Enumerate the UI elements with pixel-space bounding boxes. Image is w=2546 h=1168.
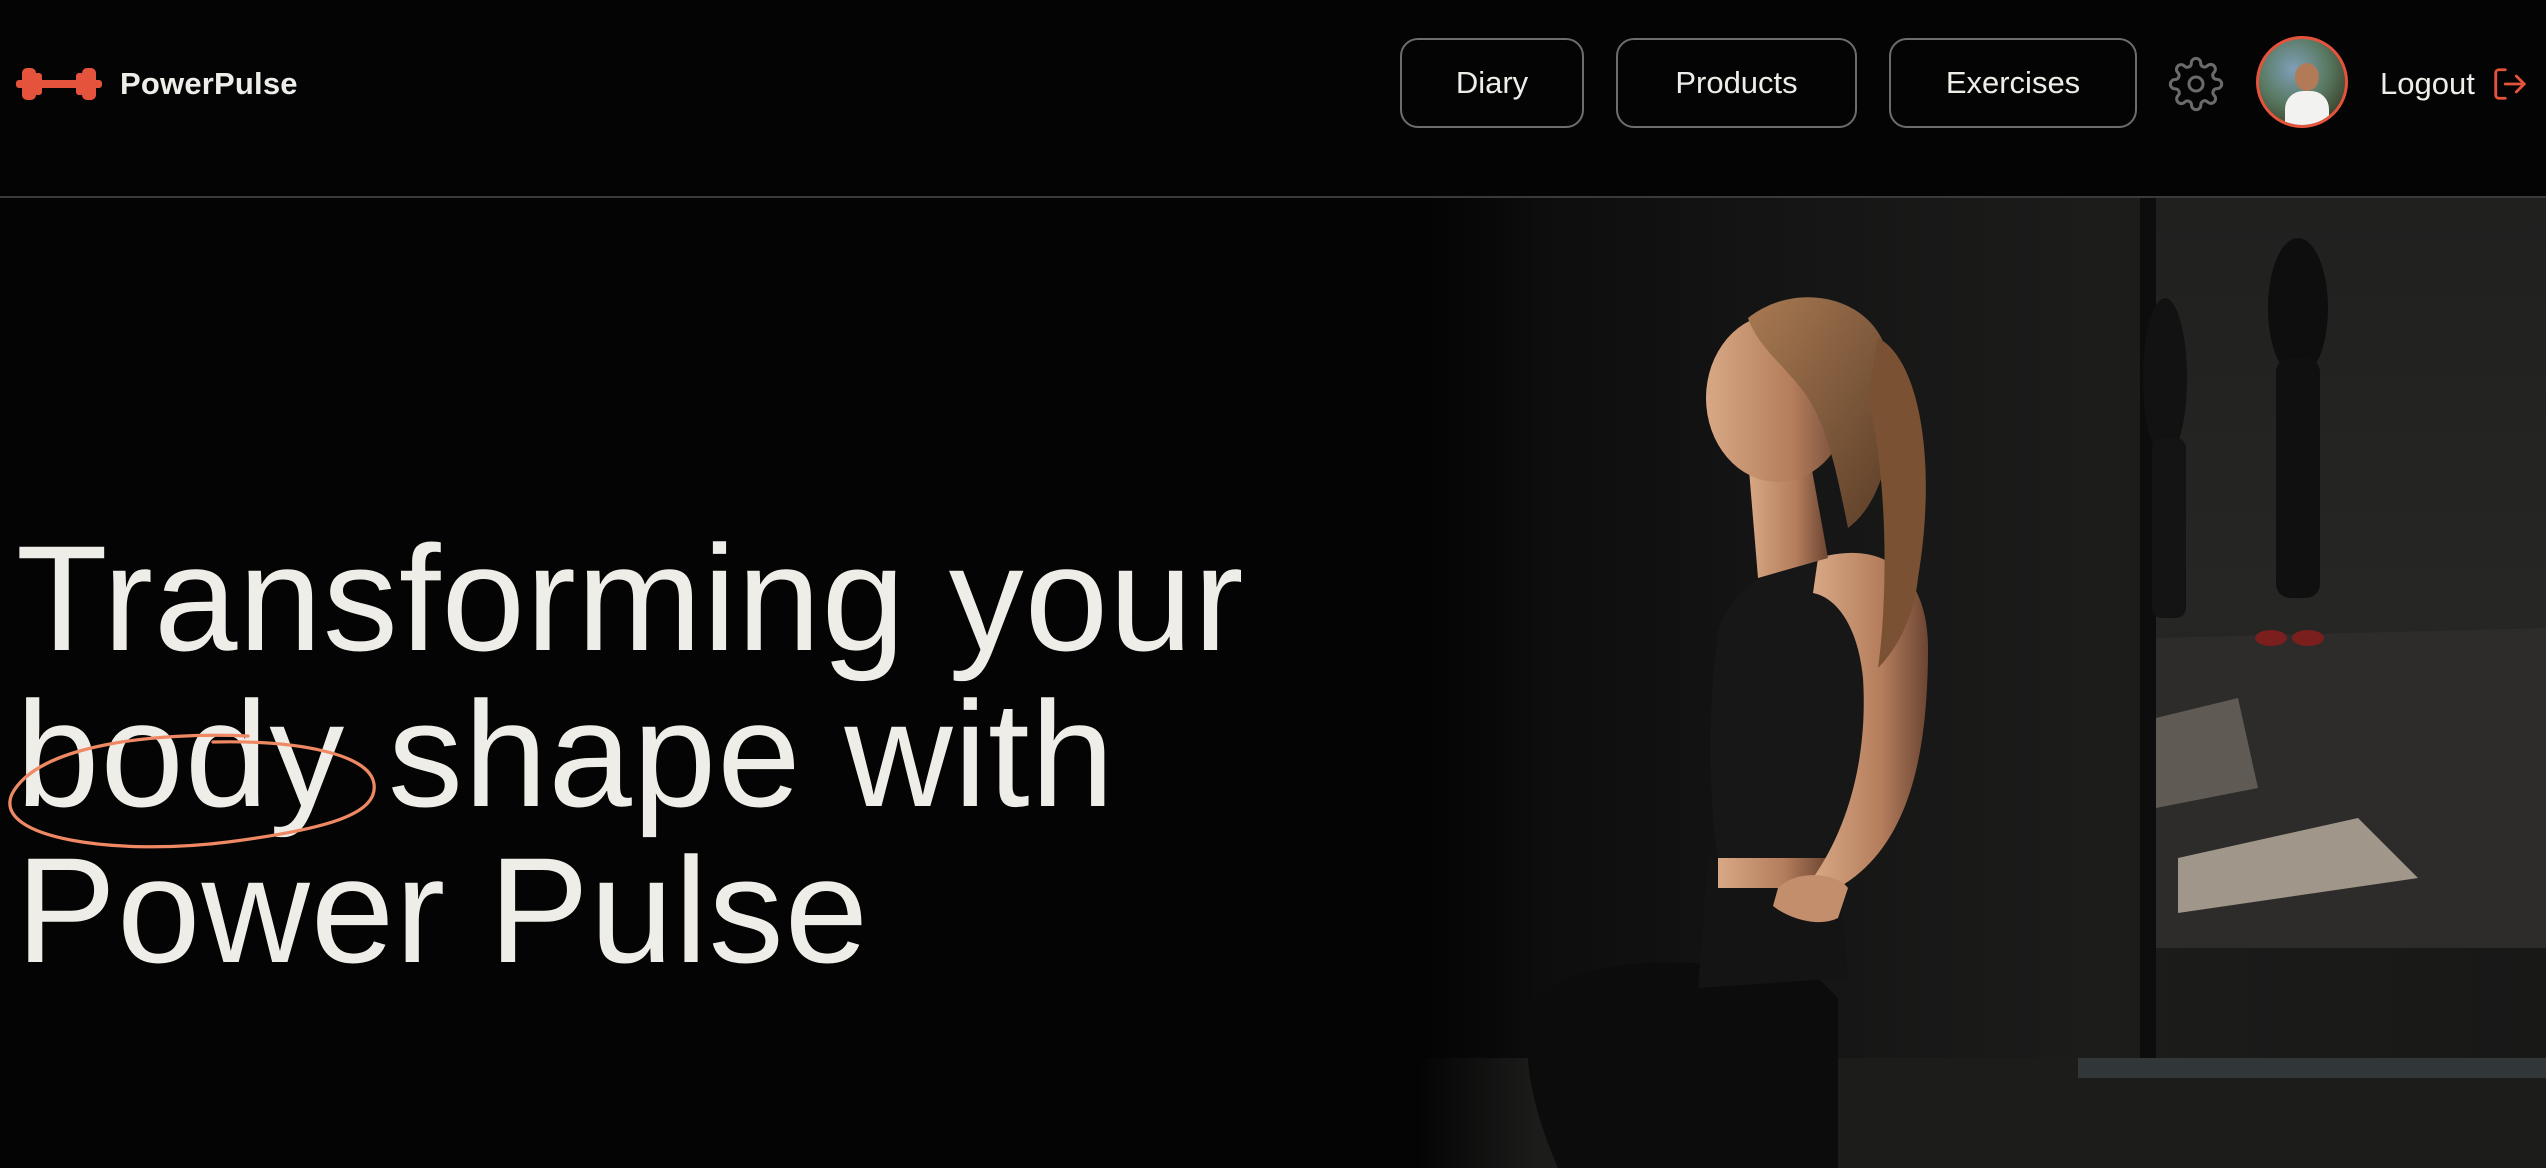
nav-diary-button[interactable]: Diary <box>1400 38 1584 128</box>
highlight-word-text: body <box>16 670 346 838</box>
hero-title-line-1: Transforming your <box>16 514 1245 682</box>
logout-icon <box>2494 68 2526 100</box>
avatar-head <box>2295 63 2319 91</box>
header: PowerPulse Diary Products Exercises Logo… <box>0 0 2546 198</box>
nav-exercises-button[interactable]: Exercises <box>1889 38 2137 128</box>
logo[interactable]: PowerPulse <box>16 64 298 104</box>
nav-products-button[interactable]: Products <box>1616 38 1857 128</box>
hero-title: Transforming your body shape with Power … <box>8 514 1245 994</box>
hero-image <box>1418 198 2546 1168</box>
settings-button[interactable] <box>2168 56 2224 112</box>
user-avatar[interactable] <box>2256 36 2348 128</box>
hero-title-line-2: body shape with <box>8 676 1245 849</box>
brand-name: PowerPulse <box>120 66 298 101</box>
hero-title-line-2-rest: shape with <box>345 670 1116 838</box>
logout-label: Logout <box>2380 66 2475 101</box>
highlight-word: body <box>8 676 376 849</box>
gear-icon <box>2168 56 2224 112</box>
dumbbell-icon <box>16 68 102 100</box>
woman-exercising-photo <box>1418 198 2546 1168</box>
hero-title-line-3: Power Pulse <box>16 826 870 994</box>
avatar-shirt <box>2285 91 2329 125</box>
logout-button[interactable]: Logout <box>2380 58 2529 110</box>
